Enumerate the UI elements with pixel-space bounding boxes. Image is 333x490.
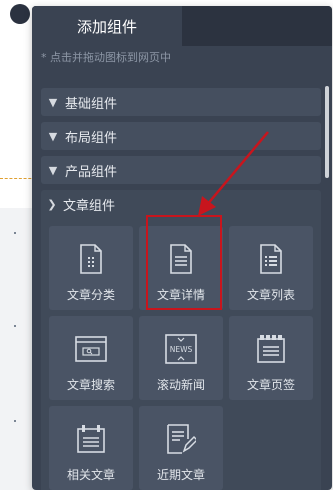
section-label: 布局组件: [65, 130, 118, 146]
component-label: 近期文章: [156, 468, 205, 482]
article-tabs-icon: [254, 332, 288, 366]
news-icon-text: NEWS: [170, 345, 193, 354]
component-related-article[interactable]: 相关文章: [49, 406, 133, 490]
component-article-list[interactable]: 文章列表: [229, 226, 313, 310]
chevron-right-icon: ❯: [47, 197, 57, 211]
component-label: 文章分类: [66, 288, 115, 302]
background-mark: [14, 325, 16, 327]
section-label: 产品组件: [65, 164, 118, 180]
component-label: 相关文章: [66, 468, 115, 482]
background-dot: [10, 4, 30, 24]
background-guide-line: [0, 178, 36, 179]
component-recent-article[interactable]: 近期文章: [139, 406, 223, 490]
article-list-icon: [254, 242, 288, 276]
tab-add-component[interactable]: 添加组件: [32, 6, 182, 46]
article-category-icon: [74, 242, 108, 276]
component-label: 文章搜索: [66, 378, 115, 392]
news-icon: NEWS: [164, 332, 198, 366]
highlight-box: [146, 215, 222, 310]
component-article-category[interactable]: 文章分类: [49, 226, 133, 310]
section-basic[interactable]: ▼ 基础组件: [41, 88, 321, 116]
background-mark: [14, 232, 16, 234]
background-mark: [14, 420, 16, 422]
section-label: 文章组件: [63, 198, 116, 214]
chevron-down-icon: ▼: [48, 95, 58, 109]
tab-bar: 添加组件: [32, 6, 332, 46]
article-search-icon: [74, 332, 108, 366]
section-label: 基础组件: [65, 96, 118, 112]
scrollbar[interactable]: [325, 86, 329, 178]
recent-article-icon: [164, 422, 198, 456]
component-label: 文章列表: [246, 288, 295, 302]
component-label: 文章页签: [246, 378, 295, 392]
annotation-arrow: [198, 131, 269, 216]
chevron-down-icon: ▼: [48, 129, 58, 143]
related-article-icon: [74, 422, 108, 456]
component-scroll-news[interactable]: NEWS 滚动新闻: [139, 316, 223, 400]
chevron-down-icon: ▼: [48, 163, 58, 177]
drag-hint: * 点击并拖动图标到网页中: [41, 51, 171, 64]
component-article-search[interactable]: 文章搜索: [49, 316, 133, 400]
component-label: 滚动新闻: [156, 378, 205, 392]
component-article-tabs[interactable]: 文章页签: [229, 316, 313, 400]
